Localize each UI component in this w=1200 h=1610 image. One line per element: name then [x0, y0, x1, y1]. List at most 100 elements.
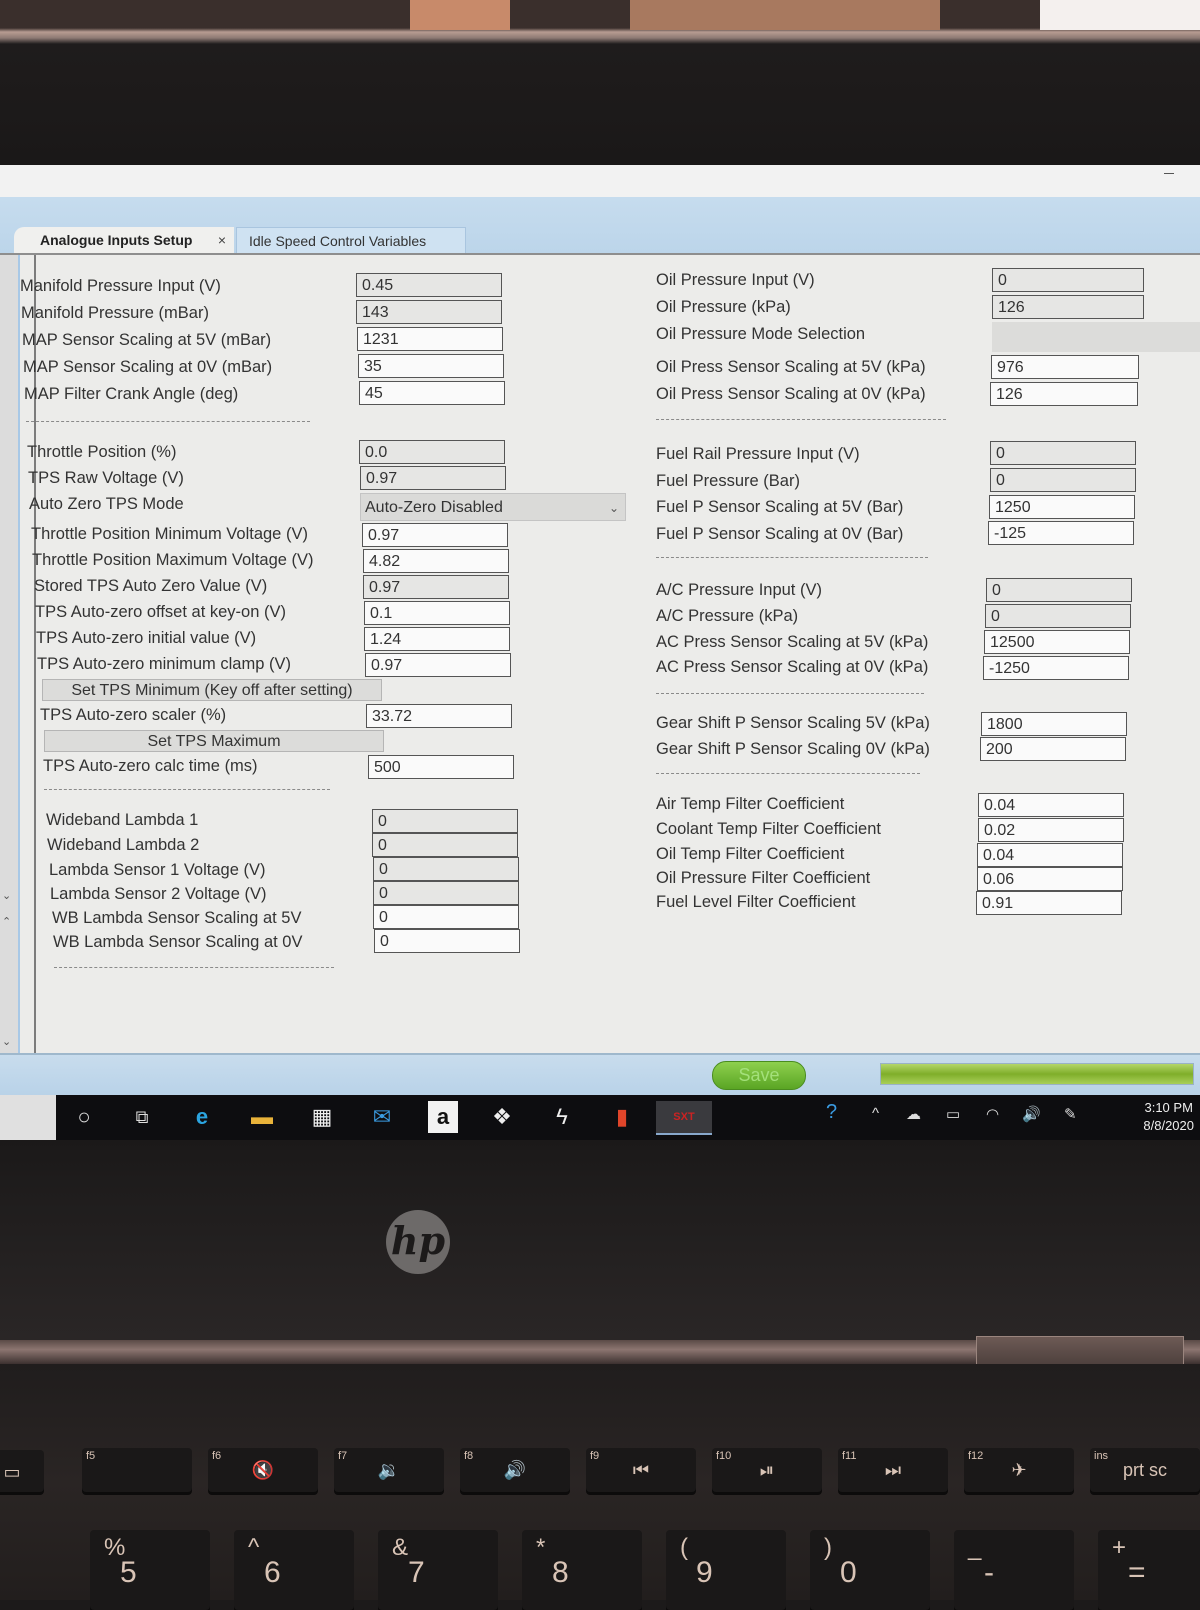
- key-glyph: prt sc: [1122, 1460, 1167, 1480]
- left-scrollbar[interactable]: ⌄ ⌃ ⌄: [0, 255, 20, 1055]
- field-label: Gear Shift P Sensor Scaling 0V (kPa): [656, 740, 930, 758]
- tps-min-voltage-field[interactable]: 0.97: [362, 523, 508, 547]
- close-icon[interactable]: ×: [218, 227, 226, 253]
- onedrive-icon[interactable]: ☁: [906, 1105, 921, 1123]
- field-label: Oil Pressure (kPa): [656, 298, 791, 316]
- file-explorer-icon[interactable]: ▬: [242, 1101, 282, 1133]
- gear-shift-scaling-5v-field[interactable]: 1800: [981, 712, 1127, 736]
- manifold-pressure-input-field[interactable]: 0.45: [356, 273, 502, 297]
- store-icon[interactable]: ▦: [302, 1101, 342, 1133]
- tps-calc-time-field[interactable]: 500: [368, 755, 514, 779]
- oil-pressure-input-field[interactable]: 0: [992, 268, 1144, 292]
- field-label: Throttle Position Maximum Voltage (V): [32, 551, 314, 569]
- manifold-pressure-field[interactable]: 143: [356, 300, 502, 324]
- oil-pressure-field[interactable]: 126: [992, 295, 1144, 319]
- wb-lambda-scaling-0v-field[interactable]: 0: [374, 929, 520, 953]
- battery-icon[interactable]: ▭: [946, 1105, 960, 1123]
- chevron-up-icon[interactable]: ⌃: [2, 915, 11, 928]
- lambda-sensor-2-voltage-field[interactable]: 0: [373, 881, 519, 905]
- window-titlebar: [0, 165, 1200, 197]
- fuel-scaling-0v-field[interactable]: -125: [988, 521, 1134, 545]
- bolt-app-icon[interactable]: ϟ: [542, 1101, 582, 1133]
- volume-icon[interactable]: 🔊: [1022, 1105, 1041, 1123]
- field-label: Oil Pressure Mode Selection: [656, 325, 866, 343]
- key-f7: f7 🔉: [334, 1448, 444, 1492]
- field-label: Wideband Lambda 2: [47, 836, 200, 854]
- amazon-icon[interactable]: a: [428, 1101, 458, 1133]
- fuel-scaling-5v-field[interactable]: 1250: [989, 495, 1135, 519]
- key-7: & 7: [378, 1530, 498, 1610]
- sxt-app-icon[interactable]: SXT: [656, 1101, 712, 1135]
- field-label: Oil Pressure Filter Coefficient: [656, 869, 871, 887]
- coolant-temp-filter-field[interactable]: 0.02: [978, 818, 1124, 842]
- tps-raw-voltage-field[interactable]: 0.97: [360, 466, 506, 490]
- ac-pressure-field[interactable]: 0: [985, 604, 1131, 628]
- key--: _ -: [954, 1530, 1074, 1610]
- air-temp-filter-field[interactable]: 0.04: [978, 793, 1124, 817]
- key-label: 6: [264, 1556, 281, 1589]
- save-button[interactable]: Save: [712, 1061, 806, 1090]
- oil-pressure-filter-field[interactable]: 0.06: [977, 867, 1123, 891]
- set-tps-maximum-button[interactable]: Set TPS Maximum: [44, 730, 384, 752]
- taskbar-clock[interactable]: 3:10 PM 8/8/2020: [1143, 1099, 1194, 1135]
- help-icon[interactable]: ?: [826, 1101, 837, 1124]
- office-icon[interactable]: ▮: [602, 1101, 642, 1133]
- auto-zero-tps-mode-select[interactable]: Auto-Zero Disabled ⌄: [360, 493, 626, 521]
- pen-icon[interactable]: ✎: [1064, 1105, 1077, 1123]
- minimize-icon[interactable]: [1164, 173, 1174, 174]
- oil-scaling-5v-field[interactable]: 976: [991, 355, 1139, 379]
- key-label: 0: [840, 1556, 857, 1589]
- chevron-down-icon[interactable]: ⌄: [2, 1035, 11, 1048]
- section-divider: [54, 967, 334, 968]
- edge-icon[interactable]: e: [182, 1101, 222, 1133]
- search-icon[interactable]: ○: [64, 1101, 104, 1133]
- tps-max-voltage-field[interactable]: 4.82: [363, 549, 509, 573]
- desktop-edge: [0, 1095, 56, 1140]
- wifi-icon[interactable]: ◠: [986, 1105, 999, 1123]
- field-label: MAP Sensor Scaling at 5V (mBar): [22, 331, 272, 349]
- mail-icon[interactable]: ✉: [362, 1101, 402, 1133]
- map-scaling-0v-field[interactable]: 35: [358, 354, 504, 378]
- chevron-up-icon[interactable]: ^: [872, 1105, 879, 1122]
- lambda-sensor-1-voltage-field[interactable]: 0: [373, 857, 519, 881]
- oil-temp-filter-field[interactable]: 0.04: [977, 843, 1123, 867]
- wideband-lambda-2-field[interactable]: 0: [372, 833, 518, 857]
- tab-analogue-inputs-setup[interactable]: Analogue Inputs Setup ×: [14, 227, 234, 253]
- tab-idle-speed-control-variables[interactable]: Idle Speed Control Variables: [236, 227, 466, 253]
- progress-bar: [880, 1063, 1194, 1085]
- fuel-level-filter-field[interactable]: 0.91: [976, 891, 1122, 915]
- ac-pressure-input-field[interactable]: 0: [986, 578, 1132, 602]
- field-label: TPS Auto-zero scaler (%): [40, 706, 227, 724]
- stored-tps-auto-zero-field[interactable]: 0.97: [363, 575, 509, 599]
- field-label: Throttle Position (%): [27, 443, 177, 461]
- dropbox-icon[interactable]: ❖: [482, 1101, 522, 1133]
- tps-offset-key-on-field[interactable]: 0.1: [364, 601, 510, 625]
- ac-scaling-0v-field[interactable]: -1250: [983, 656, 1129, 680]
- section-divider: [656, 693, 924, 694]
- key-5: % 5: [90, 1530, 210, 1610]
- ac-scaling-5v-field[interactable]: 12500: [984, 630, 1130, 654]
- key-label: 5: [120, 1556, 137, 1589]
- chevron-down-icon[interactable]: ⌄: [2, 889, 11, 902]
- wideband-lambda-1-field[interactable]: 0: [372, 809, 518, 833]
- fuel-pressure-field[interactable]: 0: [990, 468, 1136, 492]
- task-view-icon[interactable]: ⧉: [122, 1101, 162, 1133]
- map-scaling-5v-field[interactable]: 1231: [357, 327, 503, 351]
- tps-initial-value-field[interactable]: 1.24: [364, 627, 510, 651]
- map-filter-crank-angle-field[interactable]: 45: [359, 381, 505, 405]
- oil-scaling-0v-field[interactable]: 126: [990, 382, 1138, 406]
- tps-min-clamp-field[interactable]: 0.97: [365, 653, 511, 677]
- field-label: Fuel Pressure (Bar): [656, 472, 800, 490]
- set-tps-minimum-button[interactable]: Set TPS Minimum (Key off after setting): [42, 679, 382, 701]
- gear-shift-scaling-0v-field[interactable]: 200: [980, 737, 1126, 761]
- wb-lambda-scaling-5v-field[interactable]: 0: [373, 905, 519, 929]
- fuel-rail-pressure-input-field[interactable]: 0: [990, 441, 1136, 465]
- oil-pressure-mode-select[interactable]: [992, 322, 1200, 352]
- throttle-position-field[interactable]: 0.0: [359, 440, 505, 464]
- key-9: (9: [666, 1530, 786, 1610]
- key-label: 7: [408, 1556, 425, 1589]
- tps-scaler-field[interactable]: 33.72: [366, 704, 512, 728]
- chevron-down-icon: ⌄: [608, 501, 619, 515]
- key-f9: f9 ⏮: [586, 1448, 696, 1492]
- field-label: Fuel Rail Pressure Input (V): [656, 445, 860, 463]
